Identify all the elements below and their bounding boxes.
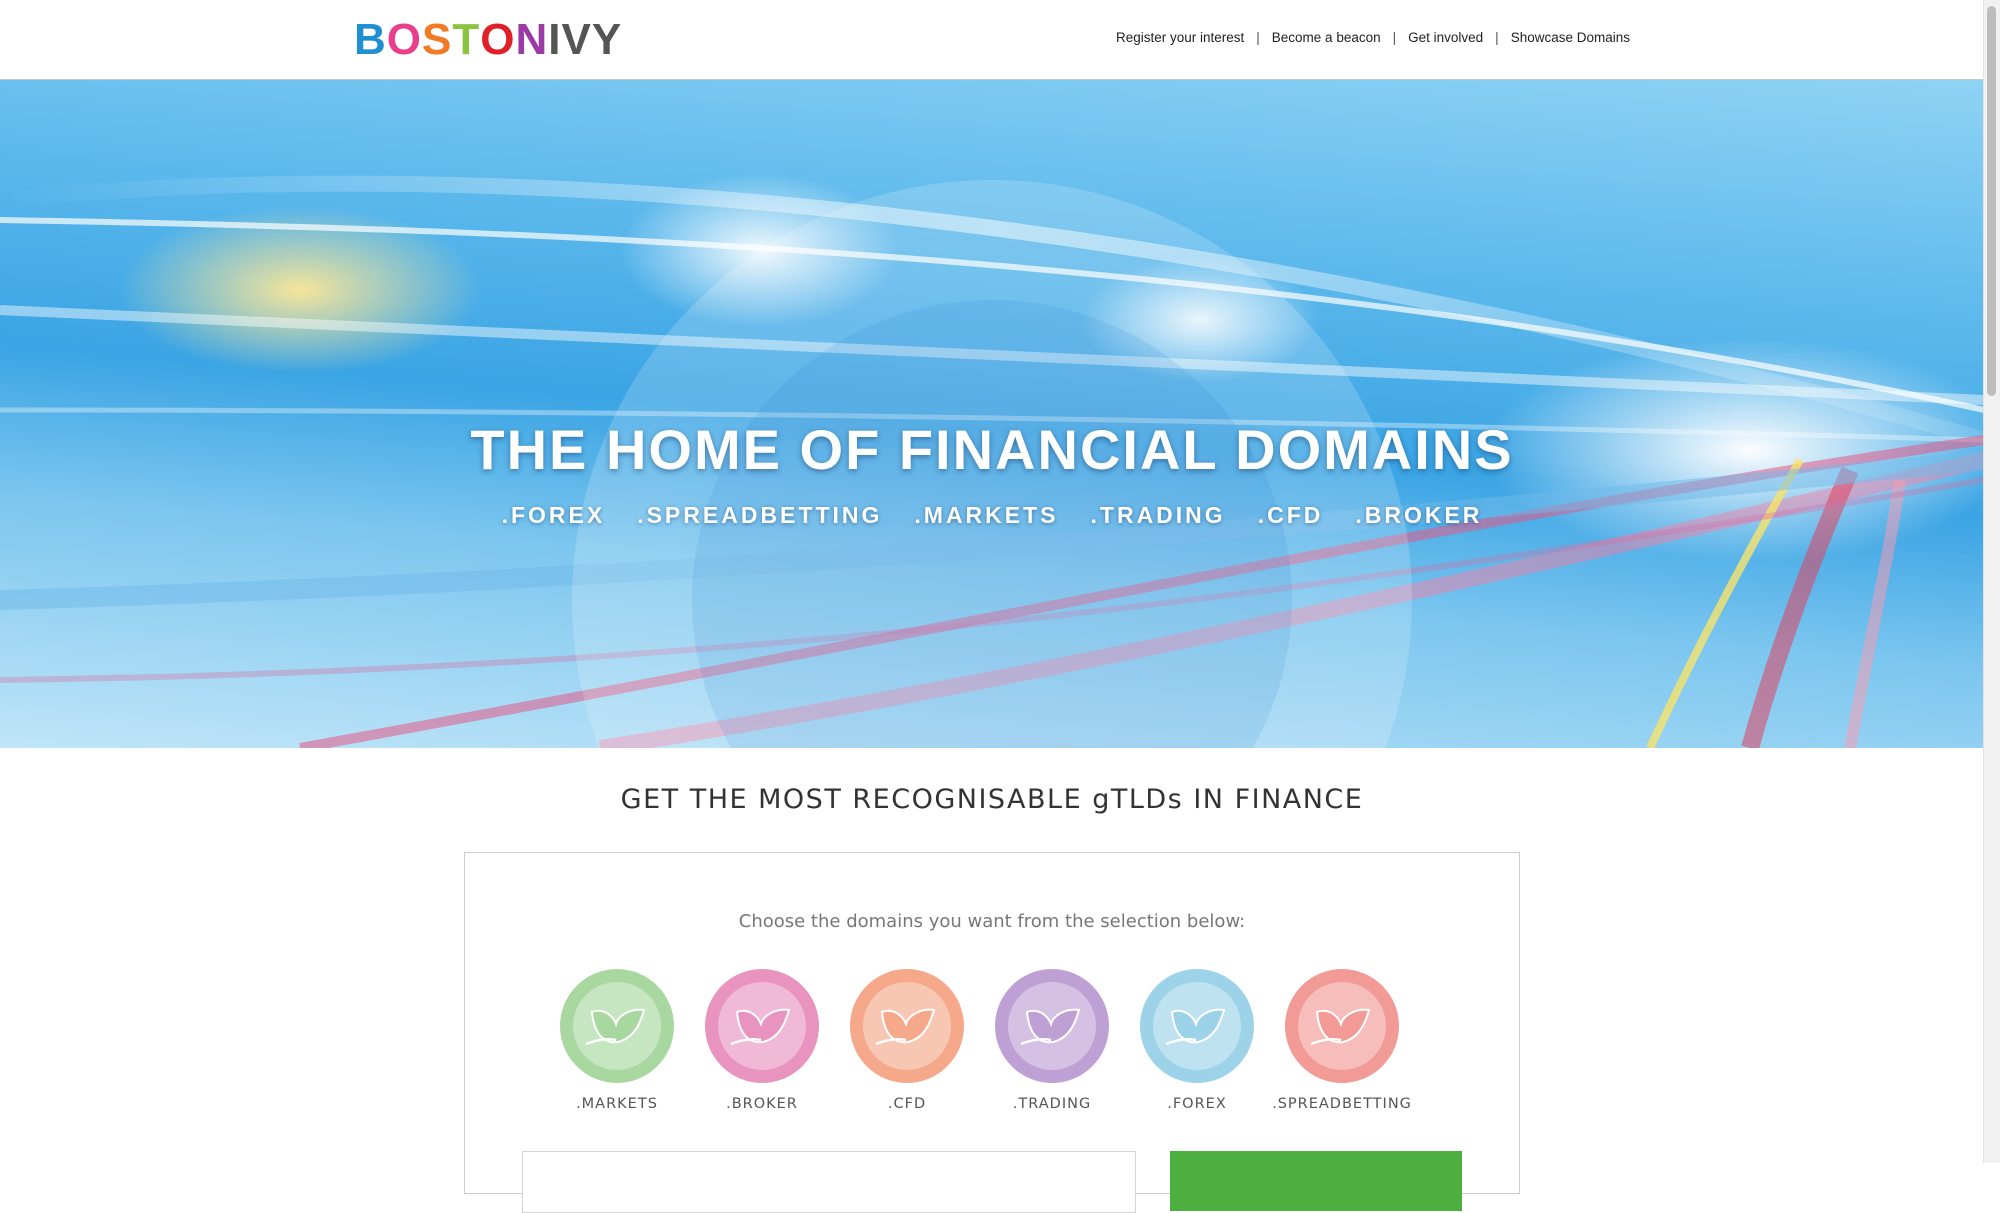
ivy-leaf-icon (875, 1008, 936, 1046)
hero-title: THE HOME OF FINANCIAL DOMAINS (470, 418, 1514, 481)
logo-letter: O (480, 15, 516, 64)
hero-domain-list: .FOREX .SPREADBETTING .MARKETS .TRADING .CFD… (0, 502, 1984, 529)
domain-label: .BROKER (726, 1096, 798, 1112)
ivy-leaf-icon (730, 1008, 791, 1046)
nav-link-showcase-domains[interactable]: Showcase Domains (1511, 30, 1630, 45)
domain-option-spreadbetting[interactable]: .SPREADBETTING (1272, 969, 1412, 1112)
nav-separator: | (1495, 30, 1499, 45)
domain-circle (1140, 969, 1254, 1083)
domain-circle (705, 969, 819, 1083)
domain-circle (1285, 969, 1399, 1083)
logo-letter: T (452, 15, 481, 64)
ivy-leaf-icon (1310, 1008, 1371, 1046)
nav-link-become-a-beacon[interactable]: Become a beacon (1272, 30, 1381, 45)
domain-selection-panel: Choose the domains you want from the sel… (464, 852, 1520, 1213)
nav-separator: | (1256, 30, 1260, 45)
logo-letter: B (354, 15, 387, 64)
domain-label: .MARKETS (576, 1096, 658, 1112)
domain-option-trading[interactable]: .TRADING (982, 969, 1122, 1112)
hero-background-image (0, 175, 1984, 748)
ivy-leaf-icon (1020, 1008, 1081, 1046)
page-scrollbar[interactable] (1983, 0, 2000, 1163)
logo-letter: Y (591, 15, 623, 64)
nav-link-register-your-interest[interactable]: Register your interest (1116, 30, 1244, 45)
ivy-leaf-icon (1165, 1008, 1226, 1046)
hero-domain-item: .FOREX (501, 502, 606, 528)
domain-circle (850, 969, 964, 1083)
domain-label: .TRADING (1012, 1096, 1092, 1112)
nav-link-get-involved[interactable]: Get involved (1408, 30, 1483, 45)
logo-letter: O (386, 15, 423, 64)
hero-domain-item: .BROKER (1355, 502, 1483, 528)
site-header: BOSTONIVY Register your interest | Become … (0, 0, 1984, 80)
domain-label: .FOREX (1167, 1096, 1227, 1112)
top-nav: Register your interest | Become a beacon | G… (1116, 30, 1630, 45)
domain-option-markets[interactable]: .MARKETS (547, 969, 687, 1112)
logo-letter: N (515, 15, 549, 64)
domain-label: .SPREADBETTING (1272, 1096, 1412, 1112)
logo-letter: S (422, 15, 453, 64)
domain-option-cfd[interactable]: .CFD (837, 969, 977, 1112)
domain-circle (560, 969, 674, 1083)
logo-letter: I (548, 15, 562, 64)
domain-search-input[interactable] (522, 1151, 1136, 1213)
hero-domain-item: .MARKETS (914, 502, 1059, 528)
logo-letter: V (561, 15, 592, 64)
nav-separator: | (1392, 30, 1397, 45)
scrollbar-thumb[interactable] (1987, 6, 1996, 396)
ivy-leaf-icon (585, 1008, 646, 1046)
section-title: GET THE MOST RECOGNISABLE gTLDs IN FINAN… (620, 784, 1364, 815)
bostonivy-logo[interactable]: BOSTONIVY (354, 14, 622, 66)
hero-domain-item: .CFD (1257, 502, 1324, 528)
hero-domain-item: .SPREADBETTING (637, 502, 883, 528)
domain-option-broker[interactable]: .BROKER (692, 969, 832, 1112)
hero-domain-item: .TRADING (1090, 502, 1226, 528)
submit-button[interactable] (1170, 1151, 1462, 1211)
domain-circle (995, 969, 1109, 1083)
domain-option-forex[interactable]: .FOREX (1127, 969, 1267, 1112)
hero-banner: THE HOME OF FINANCIAL DOMAINS .FOREX .SPR… (0, 80, 1984, 748)
domain-label: .CFD (887, 1096, 927, 1112)
choose-instructions: Choose the domains you want from the sel… (738, 911, 1246, 932)
